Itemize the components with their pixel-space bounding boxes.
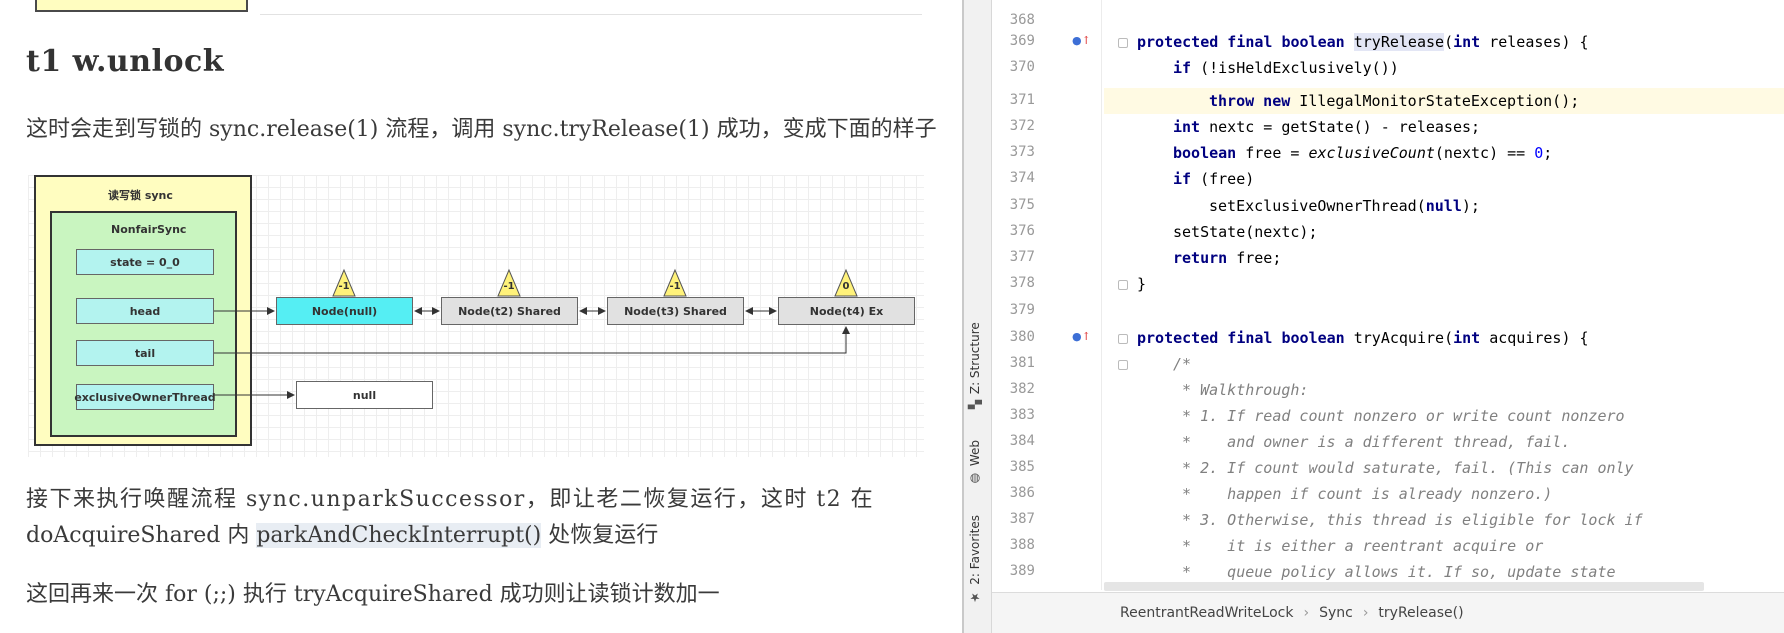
code-line-378: } [1137,275,1147,293]
paragraph-2-line-2: doAcquireShared 内 parkAndCheckInterrupt(… [26,518,658,554]
line-number: 378 [1009,275,1035,291]
breadcrumb-method[interactable]: tryRelease() [1378,605,1463,621]
line-number: 374 [1009,170,1035,186]
code-line-380: protected final boolean tryAcquire(int a… [1137,329,1589,347]
star-icon: ★ [968,590,982,605]
code-line-376: setState(nextc); [1173,223,1318,241]
breadcrumb-inner-class[interactable]: Sync [1319,605,1353,621]
favorites-tab[interactable]: ★ 2: Favorites [968,515,982,605]
code-line-372: int nextc = getState() - releases; [1173,118,1481,136]
paragraph-1: 这时会走到写锁的 sync.release(1) 流程，调用 sync.tryR… [26,117,937,142]
code-editor[interactable]: protected final boolean tryRelease(int r… [1104,0,1784,590]
waitstatus-node-t2: -1 [503,281,515,292]
line-number: 388 [1009,537,1035,553]
line-number: 387 [1009,511,1035,527]
line-number: 380 [1009,329,1035,345]
diagram-fragment [35,0,248,12]
waitstatus-node-t3: -1 [669,281,681,292]
highlighted-method: parkAndCheckInterrupt() [256,523,542,548]
structure-icon: ▚ [968,399,982,410]
line-number: 375 [1009,197,1035,213]
code-line-384: * and owner is a different thread, fail. [1173,433,1571,451]
code-line-371: throw new IllegalMonitorStateException()… [1209,92,1580,110]
chevron-right-icon: › [1362,605,1369,621]
diagram-arrows [214,268,858,399]
line-number: 381 [1009,355,1035,371]
horizontal-scrollbar[interactable] [1104,582,1704,591]
line-number-gutter: 368 369 ●↑ 370 371 372 373 374 375 376 377 378 379 38… [992,0,1128,590]
waitstatus-node-t4: 0 [842,281,850,292]
code-line-375: setExclusiveOwnerThread(null); [1209,197,1480,215]
para2-text-b: 处恢复运行 [541,523,659,548]
structure-tab[interactable]: ▚ Z: Structure [968,322,982,409]
section-heading: t1 w.unlock [26,44,225,79]
code-line-388: * it is either a reentrant acquire or [1173,537,1544,555]
structure-tab-label: Z: Structure [968,322,982,394]
code-line-382: * Walkthrough: [1173,381,1309,399]
paragraph-2-line-1: 接下来执行唤醒流程 sync.unparkSuccessor，即让老二恢复运行，… [26,487,875,512]
line-number: 373 [1009,144,1035,160]
line-number: 383 [1009,407,1035,423]
code-line-374: if (free) [1173,170,1255,188]
code-line-386: * happen if count is already nonzero.) [1173,485,1553,503]
divider [260,14,922,15]
para2-text-a: doAcquireShared 内 [26,523,257,548]
favorites-tab-label: 2: Favorites [968,515,982,585]
breadcrumb: ReentrantReadWriteLock › Sync › tryRelea… [992,592,1784,633]
breadcrumb-class[interactable]: ReentrantReadWriteLock [1120,605,1293,621]
code-line-387: * 3. Otherwise, this thread is eligible … [1173,511,1643,529]
line-number: 370 [1009,59,1035,75]
code-line-370: if (!isHeldExclusively()) [1173,59,1399,77]
document-pane: t1 w.unlock 这时会走到写锁的 sync.release(1) 流程，… [0,0,962,633]
override-marker-icon[interactable]: ●↑ [1072,34,1091,47]
line-number: 369 [1009,33,1035,49]
override-marker-icon[interactable]: ●↑ [1072,330,1091,343]
line-number: 371 [1009,92,1035,108]
queue-diagram: 读写锁 sync NonfairSync state = 0_0 head ta… [28,175,924,457]
line-number: 386 [1009,485,1035,501]
globe-icon: ◍ [968,472,982,487]
tool-window-strip: ▚ Z: Structure ◍ Web ★ 2: Favorites [964,0,992,633]
chevron-right-icon: › [1303,605,1310,621]
line-number: 372 [1009,118,1035,134]
line-number: 384 [1009,433,1035,449]
paragraph-3: 这回再来一次 for (;;) 执行 tryAcquireShared 成功则让… [26,582,720,607]
line-number: 385 [1009,459,1035,475]
waitstatus-node-null: -1 [338,281,350,292]
line-number: 389 [1009,563,1035,579]
code-line-369: protected final boolean tryRelease(int r… [1137,33,1589,51]
code-line-373: boolean free = exclusiveCount(nextc) == … [1173,144,1553,162]
code-line-383: * 1. If read count nonzero or write coun… [1173,407,1625,425]
line-number: 382 [1009,381,1035,397]
line-number: 379 [1009,302,1035,318]
code-line-381: /* [1173,355,1192,373]
ide-editor-pane: ▚ Z: Structure ◍ Web ★ 2: Favorites 368 369 ●… [962,0,1784,633]
line-number: 368 [1009,12,1035,28]
web-tab[interactable]: ◍ Web [968,440,982,486]
code-line-385: * 2. If count would saturate, fail. (Thi… [1173,459,1634,477]
code-line-377: return free; [1173,249,1282,267]
line-number: 377 [1009,249,1035,265]
web-tab-label: Web [968,440,982,467]
line-number: 376 [1009,223,1035,239]
